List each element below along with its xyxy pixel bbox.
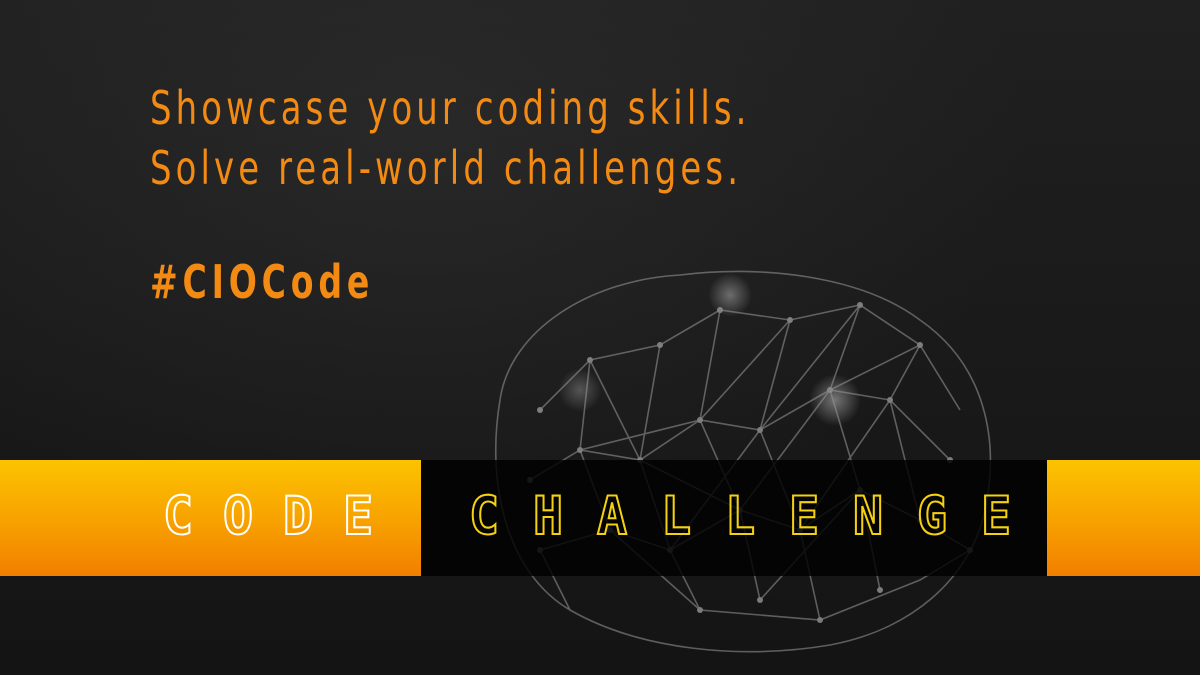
headline-line-2: Solve real-world challenges. xyxy=(150,141,743,195)
title-letter: A xyxy=(596,484,628,547)
title-letter: C xyxy=(162,484,194,547)
title-letter: G xyxy=(916,484,948,547)
headline-line-1: Showcase your coding skills. xyxy=(150,81,751,135)
title-letter: E xyxy=(980,484,1012,547)
title-letter: O xyxy=(222,484,254,547)
title-letter: E xyxy=(342,484,374,547)
title-letter: C xyxy=(468,484,500,547)
title-letter: D xyxy=(282,484,314,547)
title-letter: E xyxy=(788,484,820,547)
code-challenge-banner: Showcase your coding skills. Solve real-… xyxy=(0,0,1200,675)
title-stripe-right xyxy=(1047,460,1200,576)
title-letter: L xyxy=(660,484,692,547)
title-word-challenge: CHALLENGE xyxy=(452,484,1028,547)
headline: Showcase your coding skills. Solve real-… xyxy=(150,78,751,198)
title-letter: H xyxy=(532,484,564,547)
title-letter: L xyxy=(724,484,756,547)
title-word-code: CODE xyxy=(148,484,388,547)
title-letter: N xyxy=(852,484,884,547)
hashtag: #CIOCode xyxy=(150,255,375,309)
